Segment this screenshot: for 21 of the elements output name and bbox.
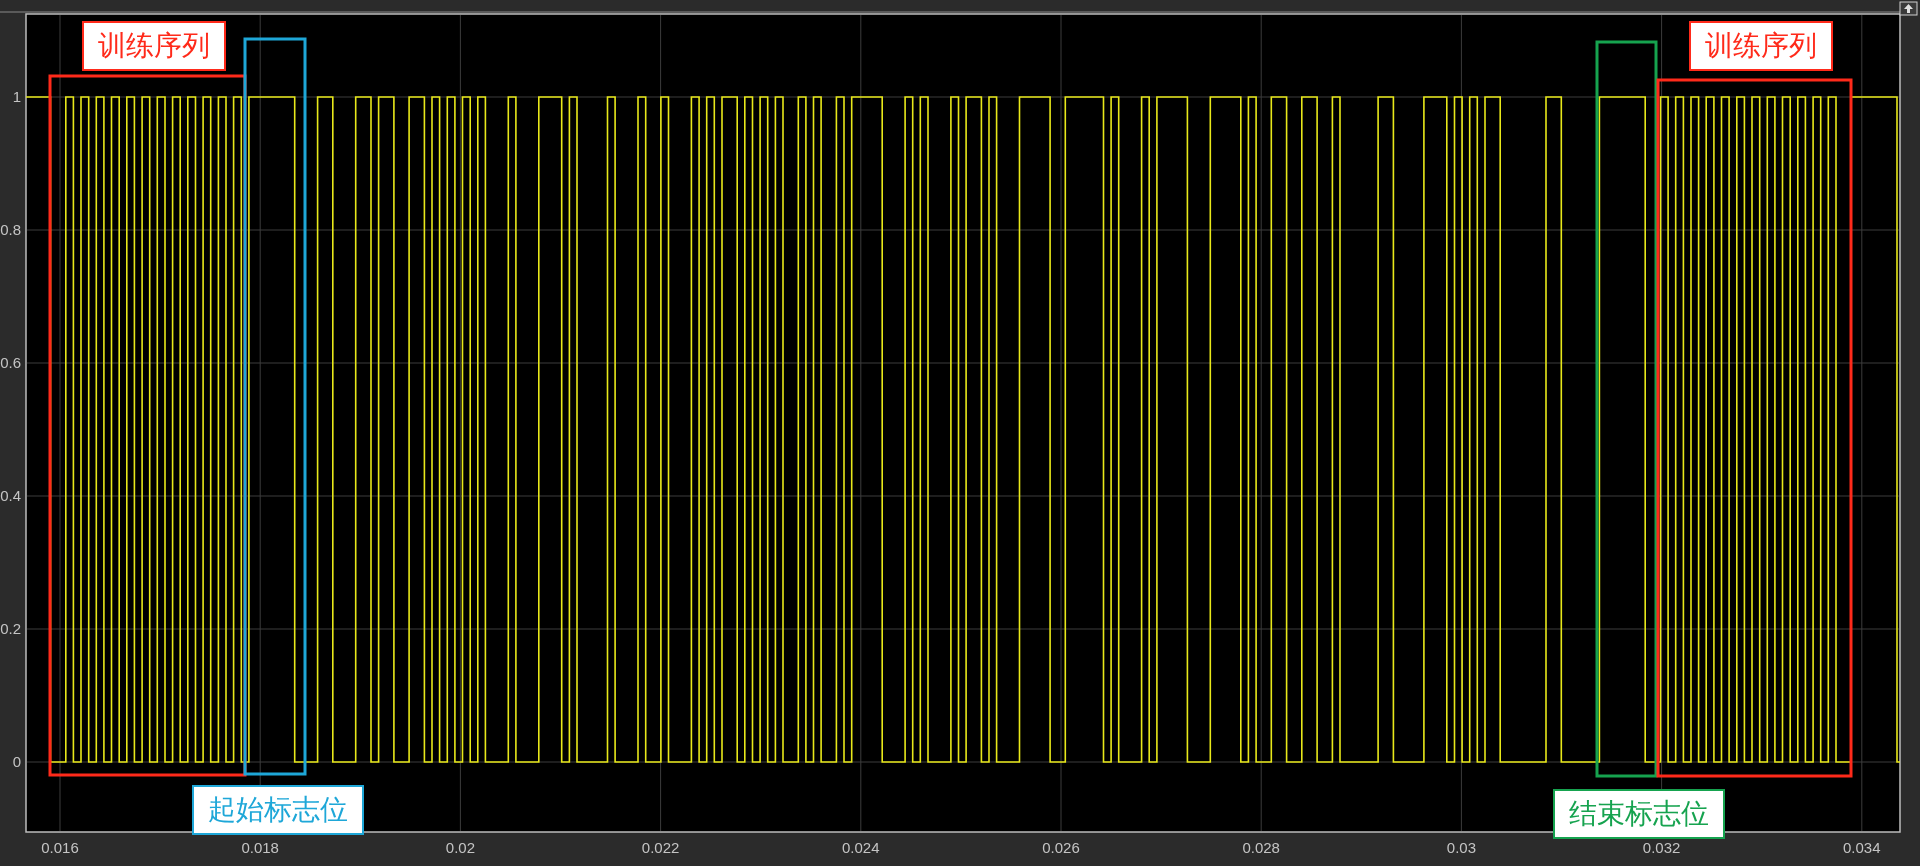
axis-tick-label: 0 [12, 753, 21, 770]
axis-tick-label: 1 [12, 88, 21, 105]
axis-tick-label: 0.016 [41, 839, 79, 856]
annotation-label: 结束标志位 [1553, 789, 1725, 839]
arrow-box-icon[interactable] [1899, 1, 1918, 16]
axis-tick-label: 0.026 [1042, 839, 1080, 856]
axis-tick-label: 0.034 [1843, 839, 1881, 856]
axis-tick-label: 0.4 [0, 487, 21, 504]
axis-tick-label: 0.02 [445, 839, 475, 856]
axis-tick-label: 0.028 [1242, 839, 1280, 856]
axis-tick-label: 0.032 [1642, 839, 1681, 856]
axis-tick-label: 0.8 [0, 221, 21, 238]
axis-tick-label: 0.2 [0, 620, 21, 637]
axis-tick-label: 0.03 [1446, 839, 1476, 856]
annotation-label: 训练序列 [82, 21, 226, 71]
annotation-label: 训练序列 [1689, 21, 1833, 71]
annotation-label: 起始标志位 [192, 785, 364, 835]
axis-tick-label: 0.6 [0, 354, 21, 371]
axis-tick-label: 0.024 [842, 839, 880, 856]
axis-tick-label: 0.022 [641, 839, 680, 856]
axis-tick-label: 0.018 [241, 839, 279, 856]
